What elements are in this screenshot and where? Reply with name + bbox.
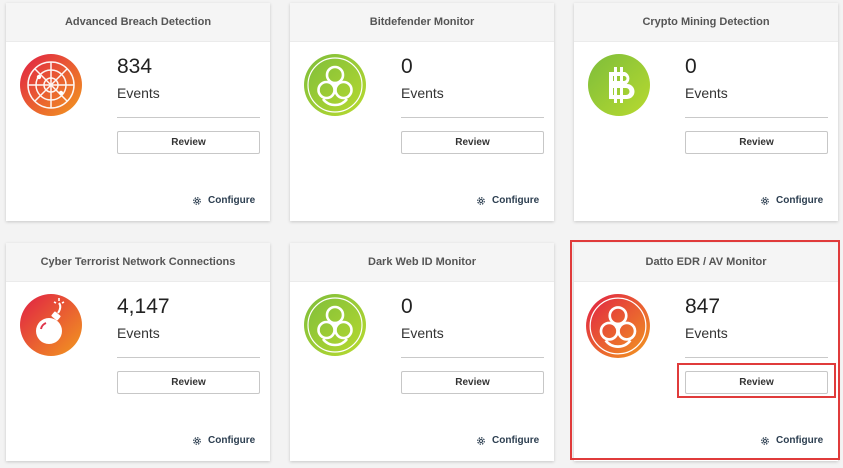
bomb-icon	[19, 293, 83, 357]
event-count: 834	[117, 55, 153, 78]
card-title: Crypto Mining Detection	[574, 3, 838, 42]
events-label: Events	[401, 325, 444, 341]
highlight-box-review	[677, 363, 836, 398]
events-label: Events	[401, 85, 444, 101]
event-count: 4,147	[117, 295, 170, 318]
card-title: Advanced Breach Detection	[6, 3, 270, 42]
divider	[401, 357, 544, 358]
event-count: 0	[685, 55, 697, 78]
configure-label: Configure	[492, 195, 540, 206]
review-button[interactable]: Review	[401, 371, 544, 394]
divider	[401, 117, 544, 118]
configure-link[interactable]: Configure	[476, 195, 539, 206]
card-dark-web-id-monitor: Dark Web ID Monitor 0 Events Review Conf…	[290, 243, 554, 461]
biohazard-icon	[303, 53, 367, 117]
gear-icon	[761, 196, 769, 205]
review-button[interactable]: Review	[401, 131, 544, 154]
highlight-box-card	[570, 240, 840, 460]
card-bitdefender-monitor: Bitdefender Monitor 0 Events Review Conf…	[290, 3, 554, 221]
event-count: 0	[401, 55, 413, 78]
review-button[interactable]: Review	[117, 371, 260, 394]
gear-icon	[477, 196, 485, 205]
bitcoin-icon	[587, 53, 651, 117]
divider	[685, 117, 828, 118]
card-title: Bitdefender Monitor	[290, 3, 554, 42]
card-title: Cyber Terrorist Network Connections	[6, 243, 270, 282]
divider	[117, 117, 260, 118]
gear-icon	[477, 436, 485, 445]
configure-link[interactable]: Configure	[192, 435, 255, 446]
radar-icon	[19, 53, 83, 117]
review-button[interactable]: Review	[117, 131, 260, 154]
events-label: Events	[117, 85, 160, 101]
card-crypto-mining-detection: Crypto Mining Detection 0 Events Review …	[574, 3, 838, 221]
configure-label: Configure	[776, 195, 824, 206]
biohazard-icon	[303, 293, 367, 357]
card-title: Dark Web ID Monitor	[290, 243, 554, 282]
divider	[117, 357, 260, 358]
configure-label: Configure	[208, 435, 256, 446]
configure-label: Configure	[208, 195, 256, 206]
gear-icon	[193, 436, 201, 445]
review-button[interactable]: Review	[685, 131, 828, 154]
card-advanced-breach-detection: Advanced Breach Detection 834 Events Rev…	[6, 3, 270, 221]
events-label: Events	[685, 85, 728, 101]
configure-link[interactable]: Configure	[192, 195, 255, 206]
configure-link[interactable]: Configure	[760, 195, 823, 206]
configure-link[interactable]: Configure	[476, 435, 539, 446]
event-count: 0	[401, 295, 413, 318]
gear-icon	[193, 196, 201, 205]
card-cyber-terrorist-network-connections: Cyber Terrorist Network Connections 4,14…	[6, 243, 270, 461]
events-label: Events	[117, 325, 160, 341]
configure-label: Configure	[492, 435, 540, 446]
